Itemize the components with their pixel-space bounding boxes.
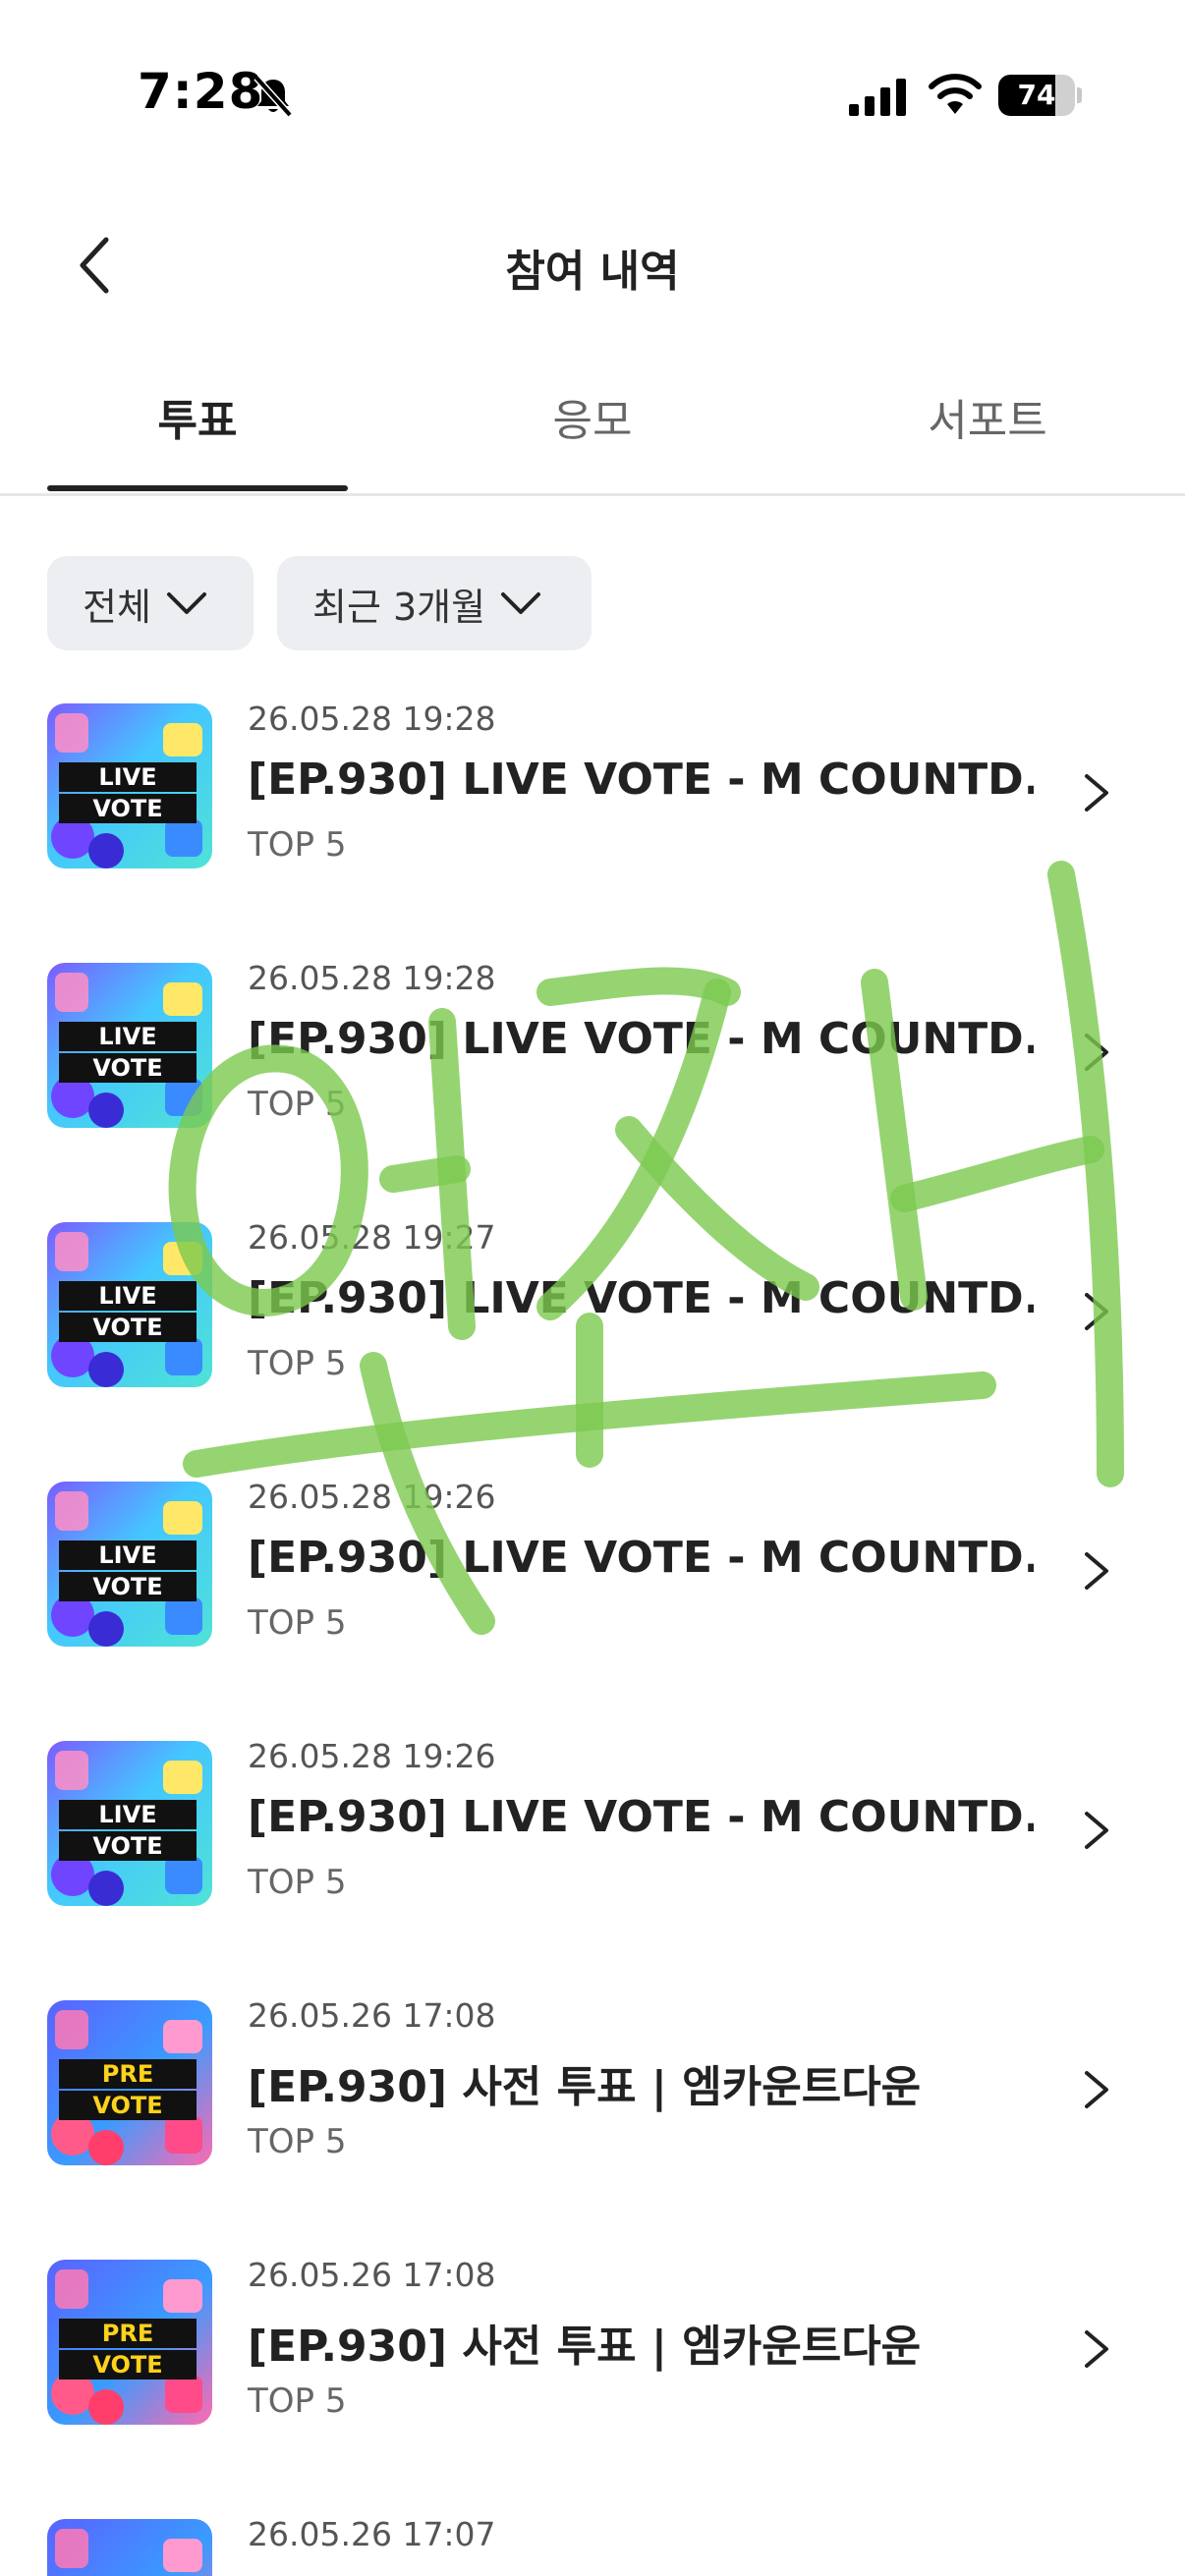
item-title: [EP.930] LIVE VOTE - M COUNTD... xyxy=(248,1273,1034,1323)
item-rank-label: TOP 5 xyxy=(248,1863,347,1902)
thumbnail-text-2: VOTE xyxy=(92,1573,162,1600)
item-title: [EP.930] LIVE VOTE - M COUNTD... xyxy=(248,1014,1034,1064)
thumbnail-text-2: VOTE xyxy=(92,2092,162,2119)
item-date: 26.05.28 19:26 xyxy=(248,1478,496,1516)
item-rank-label: TOP 5 xyxy=(248,1603,347,1643)
item-date: 26.05.28 19:28 xyxy=(248,700,496,738)
vote-thumbnail: LIVE VOTE xyxy=(47,963,212,1128)
chevron-down-icon xyxy=(166,592,206,614)
vote-thumbnail: LIVE VOTE xyxy=(47,1222,212,1387)
period-filter-dropdown[interactable]: 최근 3개월 xyxy=(277,556,592,650)
thumbnail-text-2: VOTE xyxy=(92,2351,162,2379)
wifi-icon xyxy=(929,74,982,114)
bell-muted-icon xyxy=(254,75,293,118)
period-filter-label: 최근 3개월 xyxy=(312,585,486,629)
active-tab-indicator xyxy=(47,485,348,491)
vote-history-item[interactable]: LIVE VOTE 26.05.28 19:26 [EP.930] LIVE V… xyxy=(0,1725,1185,1922)
thumbnail-text-1: PRE xyxy=(102,2320,153,2347)
chevron-right-icon xyxy=(1085,774,1108,812)
page-title: 참여 내역 xyxy=(505,247,680,297)
item-date: 26.05.28 19:27 xyxy=(248,1218,496,1257)
vote-history-item[interactable]: LIVE VOTE 26.05.28 19:27 [EP.930] LIVE V… xyxy=(0,1206,1185,1403)
item-rank-label: TOP 5 xyxy=(248,2122,347,2161)
item-date: 26.05.26 17:07 xyxy=(248,2515,496,2553)
item-date: 26.05.26 17:08 xyxy=(248,2256,496,2294)
chevron-down-icon xyxy=(501,592,541,614)
thumbnail-text-1: LIVE xyxy=(98,1023,156,1050)
category-filter-label: 전체 xyxy=(83,585,151,629)
item-title: [EP.930] 사전 투표 | 엠카운트다운 xyxy=(248,2062,922,2112)
battery-indicator: 74 xyxy=(998,75,1082,116)
status-time: 7:28 xyxy=(138,63,264,120)
tab-support[interactable]: 서포트 xyxy=(790,385,1185,448)
vote-thumbnail: LIVE VOTE xyxy=(47,1482,212,1647)
vote-history-item[interactable]: PRE VOTE 26.05.26 17:08 [EP.930] 사전 투표 |… xyxy=(0,2244,1185,2440)
vote-history-item[interactable]: PRE VOTE 26.05.26 17:08 [EP.930] 사전 투표 |… xyxy=(0,1985,1185,2181)
tab-vote[interactable]: 투표 xyxy=(0,385,395,448)
status-bar: 7:28 74 xyxy=(0,0,1185,187)
item-rank-label: TOP 5 xyxy=(248,2381,347,2421)
cellular-signal-icon xyxy=(849,79,906,116)
thumbnail-text-2: VOTE xyxy=(92,1832,162,1860)
item-date: 26.05.28 19:28 xyxy=(248,959,496,997)
vote-thumbnail: LIVE VOTE xyxy=(47,1741,212,1906)
thumbnail-text-2: VOTE xyxy=(92,1054,162,1082)
item-date: 26.05.28 19:26 xyxy=(248,1737,496,1775)
category-filter-dropdown[interactable]: 전체 xyxy=(47,556,254,650)
item-title: [EP.930] 사전 투표 | 엠카운트다운 xyxy=(248,2322,922,2372)
chevron-right-icon xyxy=(1085,1552,1108,1590)
item-title: [EP.930] LIVE VOTE - M COUNTD... xyxy=(248,755,1034,805)
thumbnail-text-2: VOTE xyxy=(92,1314,162,1341)
chevron-right-icon xyxy=(1085,2071,1108,2108)
vote-history-item[interactable]: LIVE VOTE 26.05.28 19:26 [EP.930] LIVE V… xyxy=(0,1466,1185,1662)
vote-history-item[interactable]: PRE VOTE 26.05.26 17:07 xyxy=(0,2503,1185,2576)
tab-entry[interactable]: 응모 xyxy=(395,385,790,448)
battery-percentage: 74 xyxy=(1017,79,1056,111)
item-rank-label: TOP 5 xyxy=(248,1344,347,1383)
thumbnail-text-2: VOTE xyxy=(92,795,162,822)
thumbnail-text-1: LIVE xyxy=(98,1541,156,1569)
vote-thumbnail: PRE VOTE xyxy=(47,2000,212,2165)
header: 참여 내역 xyxy=(0,206,1185,324)
thumbnail-text-1: PRE xyxy=(102,2060,153,2088)
item-title: [EP.930] LIVE VOTE - M COUNTD... xyxy=(248,1792,1034,1842)
tab-bar: 투표 응모 서포트 xyxy=(0,364,1185,496)
item-date: 26.05.26 17:08 xyxy=(248,1996,496,2035)
vote-thumbnail: LIVE VOTE xyxy=(47,703,212,868)
thumbnail-text-1: LIVE xyxy=(98,1282,156,1310)
vote-history-item[interactable]: LIVE VOTE 26.05.28 19:28 [EP.930] LIVE V… xyxy=(0,688,1185,884)
item-title: [EP.930] LIVE VOTE - M COUNTD... xyxy=(248,1533,1034,1583)
vote-thumbnail: PRE VOTE xyxy=(47,2260,212,2425)
thumbnail-text-1: LIVE xyxy=(98,763,156,791)
item-rank-label: TOP 5 xyxy=(248,825,347,865)
chevron-right-icon xyxy=(1085,1293,1108,1330)
chevron-right-icon xyxy=(1085,1034,1108,1071)
item-rank-label: TOP 5 xyxy=(248,1085,347,1124)
chevron-right-icon xyxy=(1085,2330,1108,2368)
vote-history-item[interactable]: LIVE VOTE 26.05.28 19:28 [EP.930] LIVE V… xyxy=(0,947,1185,1144)
vote-thumbnail: PRE VOTE xyxy=(47,2519,212,2576)
thumbnail-text-1: LIVE xyxy=(98,1801,156,1828)
chevron-right-icon xyxy=(1085,1812,1108,1849)
